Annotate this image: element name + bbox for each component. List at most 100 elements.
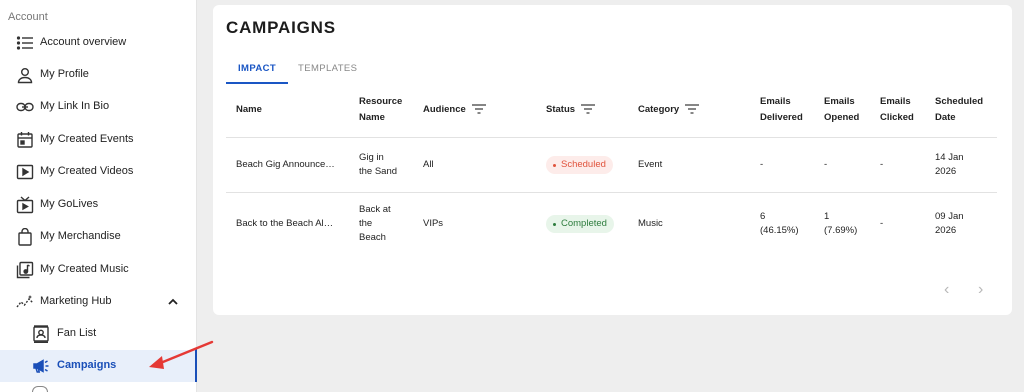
prev-page-button[interactable]: ‹ (944, 281, 949, 299)
tab-impact[interactable]: IMPACT (226, 58, 289, 84)
cell-category: Music (638, 218, 663, 229)
cell-opened: 1 (7.69%) (824, 210, 857, 238)
status-text: Scheduled (561, 159, 606, 170)
music-icon (16, 261, 34, 279)
bag-icon (16, 228, 34, 246)
filter-icon[interactable] (685, 104, 700, 115)
header-divider (226, 137, 997, 138)
cell-opened: - (824, 159, 828, 170)
cell-audience: All (423, 159, 434, 170)
campaigns-card: CAMPAIGNS IMPACT TEMPLATES Name Resource… (213, 5, 1012, 315)
sparkline-icon (16, 293, 34, 311)
cell-line: 2026 (935, 225, 957, 236)
col-header-name[interactable]: Name (236, 102, 262, 118)
sidebar-item-account-overview[interactable]: Account overview (0, 27, 196, 59)
status-badge: Completed (546, 215, 614, 233)
cell-line: 6 (760, 211, 766, 222)
col-header-label: Category (638, 104, 680, 115)
sidebar-item-my-created-events[interactable]: My Created Events (0, 124, 196, 156)
sidebar-item-my-golives[interactable]: My GoLives (0, 189, 196, 221)
tab-templates[interactable]: TEMPLATES (286, 58, 369, 82)
cell-line: the (359, 218, 373, 229)
col-header-label: Status (546, 104, 576, 115)
megaphone-icon (32, 357, 50, 375)
status-dot (553, 222, 556, 226)
sidebar-item-label: My Created Music (40, 263, 129, 275)
col-header-label: Opened (824, 112, 860, 123)
col-header-label: Emails (824, 96, 855, 107)
cell-line: Gig in (359, 152, 384, 163)
section-label-account: Account (8, 11, 48, 23)
cell-line: 09 Jan (935, 211, 964, 222)
cell-name[interactable]: Back to the Beach Al… (236, 217, 333, 231)
col-header-audience[interactable]: Audience (423, 102, 486, 118)
sidebar-item-label: My Profile (40, 68, 89, 80)
status-badge: Scheduled (546, 156, 613, 174)
person-icon (16, 66, 34, 84)
cell-status: Completed (546, 215, 614, 233)
sidebar-item-label: My GoLives (40, 198, 99, 210)
sidebar-item-label: My Created Events (40, 133, 134, 145)
cell-line: (7.69%) (824, 225, 858, 236)
filter-icon[interactable] (581, 104, 596, 115)
cell-delivered: 6 (46.15%) (760, 210, 799, 238)
row-divider (226, 192, 997, 193)
cell-date: 14 Jan 2026 (935, 151, 964, 179)
col-header-label: Audience (423, 104, 466, 115)
col-header-resource-name[interactable]: Resource Name (359, 94, 402, 126)
cell-resource: Back at the Beach (359, 203, 391, 245)
col-header-category[interactable]: Category (638, 102, 700, 118)
col-header-emails-delivered[interactable]: Emails Delivered (760, 94, 803, 126)
cell-clicked: - (880, 218, 884, 229)
sidebar-item-my-link-in-bio[interactable]: My Link In Bio (0, 91, 196, 123)
col-header-label: Emails (760, 96, 791, 107)
filter-icon[interactable] (471, 104, 486, 115)
col-header-label: Resource (359, 96, 403, 107)
sidebar-item-my-created-videos[interactable]: My Created Videos (0, 156, 196, 188)
cell-audience: VIPs (423, 218, 444, 229)
list-icon (16, 34, 34, 52)
cell-status: Scheduled (546, 156, 613, 174)
next-page-button[interactable]: › (978, 281, 983, 299)
page-title: CAMPAIGNS (226, 18, 336, 37)
col-header-scheduled-date[interactable]: Scheduled Date (935, 94, 983, 126)
col-header-status[interactable]: Status (546, 102, 596, 118)
chevron-up-icon[interactable] (166, 295, 180, 309)
cell-date: 09 Jan 2026 (935, 210, 964, 238)
cell-delivered: - (760, 159, 764, 170)
col-header-label: Name (236, 104, 262, 115)
col-header-emails-clicked[interactable]: Emails Clicked (880, 94, 914, 126)
tv-icon (16, 196, 34, 214)
sidebar-item-my-merchandise[interactable]: My Merchandise (0, 221, 196, 253)
cell-category: Event (638, 159, 663, 170)
link-icon (16, 98, 34, 116)
cell-line: 14 Jan (935, 152, 964, 163)
col-header-label: Clicked (880, 112, 914, 123)
col-header-label: Name (359, 112, 385, 123)
cell-resource: Gig in the Sand (359, 151, 397, 179)
cell-line: the Sand (359, 166, 398, 177)
sidebar-item-label: My Link In Bio (40, 100, 110, 112)
sidebar-item-marketing-hub[interactable]: Marketing Hub (0, 286, 196, 318)
col-header-emails-opened[interactable]: Emails Opened (824, 94, 859, 126)
calendar-icon (16, 131, 34, 149)
cell-line: Beach (359, 232, 386, 243)
status-text: Completed (561, 218, 607, 229)
cell-line: 1 (824, 211, 830, 222)
cell-line: (46.15%) (760, 225, 799, 236)
cell-line: 2026 (935, 166, 957, 177)
cell-line: Back at (359, 204, 391, 215)
col-header-label: Delivered (760, 112, 803, 123)
sidebar-item-label: Fan List (57, 327, 97, 339)
col-header-label: Emails (880, 96, 911, 107)
sidebar-item-label: Campaigns (57, 359, 117, 371)
video-icon (16, 163, 34, 181)
partial-icon (32, 386, 48, 392)
annotation-arrow (149, 340, 214, 369)
status-dot (553, 163, 556, 167)
sidebar-item-label: My Merchandise (40, 230, 121, 242)
sidebar-item-label: Account overview (40, 36, 127, 48)
sidebar-item-my-profile[interactable]: My Profile (0, 59, 196, 91)
sidebar-item-my-created-music[interactable]: My Created Music (0, 254, 196, 286)
cell-name[interactable]: Beach Gig Announce… (236, 158, 335, 172)
